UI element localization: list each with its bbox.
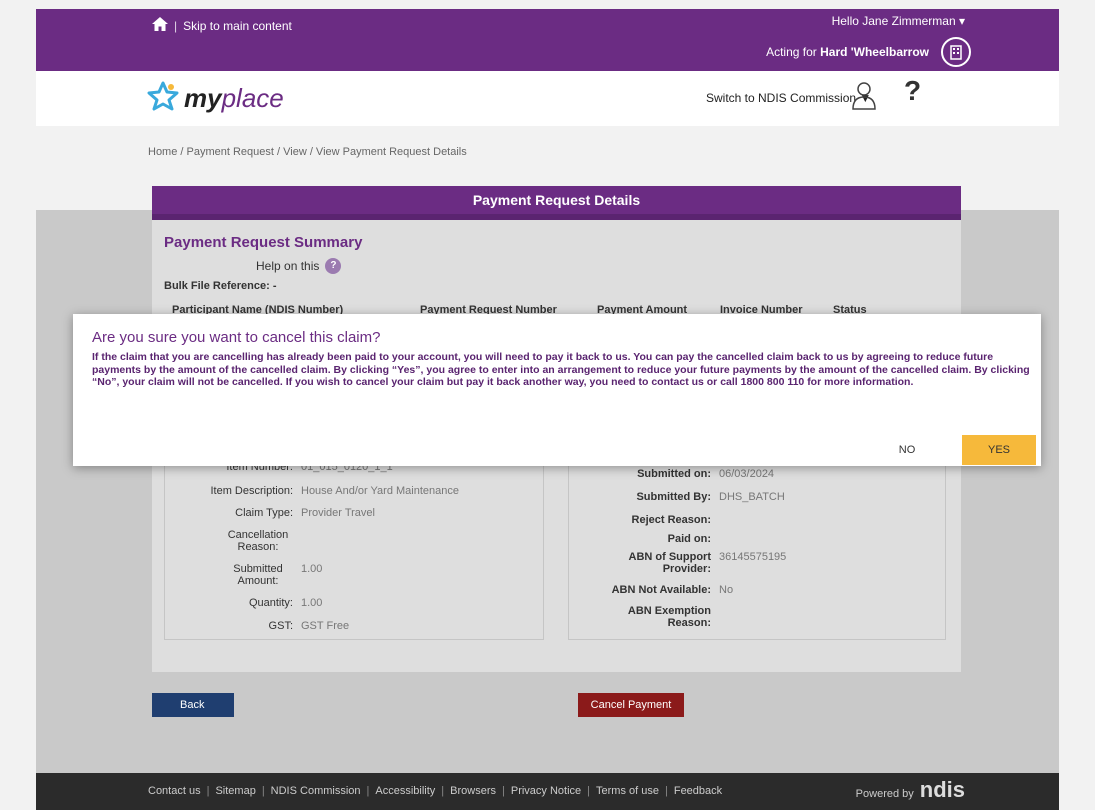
detail-label: Submitted Amount: <box>233 563 283 587</box>
detail-value: GST Free <box>301 620 350 632</box>
star-logo-icon <box>146 81 180 116</box>
logo-place: place <box>221 83 284 113</box>
detail-label: Submitted on: <box>637 468 711 480</box>
detail-value: 1.00 <box>301 597 323 609</box>
back-button[interactable]: Back <box>152 693 234 717</box>
top-bar: | Skip to main content Hello Jane Zimmer… <box>36 9 1059 71</box>
skip-label[interactable]: Skip to main content <box>183 19 292 33</box>
separator: | <box>587 785 591 797</box>
header: myplace Switch to NDIS Commission ▼ ? <box>36 71 1059 126</box>
card-title: Payment Request Details <box>152 186 961 220</box>
summary-title: Payment Request Summary <box>164 234 363 251</box>
acting-for: Acting for Hard 'Wheelbarrow <box>766 45 929 59</box>
claim-details-right: Submitted on: 06/03/2024 Submitted By: D… <box>568 456 946 640</box>
organisation-switch-icon[interactable] <box>941 37 971 67</box>
skip-link[interactable]: | Skip to main content <box>152 17 292 34</box>
separator: | <box>664 785 668 797</box>
footer-link-commission[interactable]: NDIS Commission <box>271 785 361 797</box>
help-icon[interactable]: ? <box>904 75 921 107</box>
dialog-title: Are you sure you want to cancel this cla… <box>92 329 381 346</box>
question-icon[interactable]: ? <box>325 258 342 274</box>
claim-details-left: Item Number: 01_015_0120_1_1 Item Descri… <box>164 456 544 640</box>
footer-link-contact[interactable]: Contact us <box>148 785 201 797</box>
detail-value: 36145575195 <box>719 551 787 563</box>
footer-link-terms[interactable]: Terms of use <box>596 785 659 797</box>
cancel-claim-dialog: Are you sure you want to cancel this cla… <box>73 314 1041 466</box>
cancel-payment-button[interactable]: Cancel Payment <box>578 693 684 717</box>
detail-value: DHS_BATCH <box>719 491 785 503</box>
footer-link-feedback[interactable]: Feedback <box>674 785 722 797</box>
detail-label: ABN Not Available: <box>611 584 711 596</box>
detail-label: Quantity: <box>248 597 293 609</box>
separator: | <box>261 785 265 797</box>
logo-my: my <box>184 83 222 113</box>
detail-label: Cancellation Reason: <box>227 529 289 553</box>
powered-by: Powered by ndis <box>856 777 965 803</box>
acting-name: Hard 'Wheelbarrow <box>820 45 929 59</box>
acting-prefix: Acting for <box>766 45 821 59</box>
separator: | <box>206 785 210 797</box>
footer-links: Contact us | Sitemap | NDIS Commission | Ac… <box>148 785 722 797</box>
footer: Contact us | Sitemap | NDIS Commission | Ac… <box>36 773 1059 810</box>
footer-link-privacy[interactable]: Privacy Notice <box>511 785 581 797</box>
bulk-file-reference: Bulk File Reference: - <box>164 280 277 292</box>
footer-link-accessibility[interactable]: Accessibility <box>375 785 435 797</box>
detail-value: 06/03/2024 <box>719 468 775 480</box>
detail-label: Item Description: <box>210 485 293 497</box>
detail-value: House And/or Yard Maintenance <box>301 485 459 497</box>
profile-icon[interactable] <box>851 81 877 116</box>
dialog-message: If the claim that you are cancelling has… <box>92 351 1030 389</box>
detail-label: ABN Exemption Reason: <box>627 605 711 629</box>
help-on-label[interactable]: Help on this <box>256 259 319 273</box>
caret-down-icon: ▾ <box>958 14 965 28</box>
detail-label: Paid on: <box>667 533 711 545</box>
help-on-this[interactable]: Help on this ? <box>256 258 342 274</box>
yes-button[interactable]: YES <box>962 435 1036 465</box>
hello-text[interactable]: Hello Jane Zimmerman <box>832 14 956 28</box>
footer-link-sitemap[interactable]: Sitemap <box>215 785 255 797</box>
powered-by-label: Powered by <box>855 788 914 800</box>
detail-value: No <box>719 584 734 596</box>
ndis-logo: ndis <box>919 777 965 802</box>
detail-label: Reject Reason: <box>631 514 711 526</box>
detail-value: Provider Travel <box>301 507 375 519</box>
separator: | <box>441 785 445 797</box>
switch-to-commission[interactable]: Switch to NDIS Commission ▼ <box>706 91 871 105</box>
detail-label: ABN of Support Provider: <box>628 551 711 575</box>
separator: | <box>174 18 178 33</box>
no-button[interactable]: NO <box>885 436 929 464</box>
separator: | <box>502 785 505 797</box>
separator: | <box>366 785 370 797</box>
detail-value: 1.00 <box>301 563 323 575</box>
detail-label: Claim Type: <box>235 507 293 519</box>
detail-label: Submitted By: <box>636 491 711 503</box>
breadcrumb[interactable]: Home / Payment Request / View / View Pay… <box>148 146 467 158</box>
switch-label[interactable]: Switch to NDIS Commission <box>706 91 856 105</box>
myplace-logo[interactable]: myplace <box>146 81 284 116</box>
user-menu[interactable]: Hello Jane Zimmerman ▾ <box>832 14 965 28</box>
detail-label: GST: <box>268 620 293 632</box>
home-icon[interactable] <box>152 17 168 34</box>
footer-link-browsers[interactable]: Browsers <box>450 785 496 797</box>
